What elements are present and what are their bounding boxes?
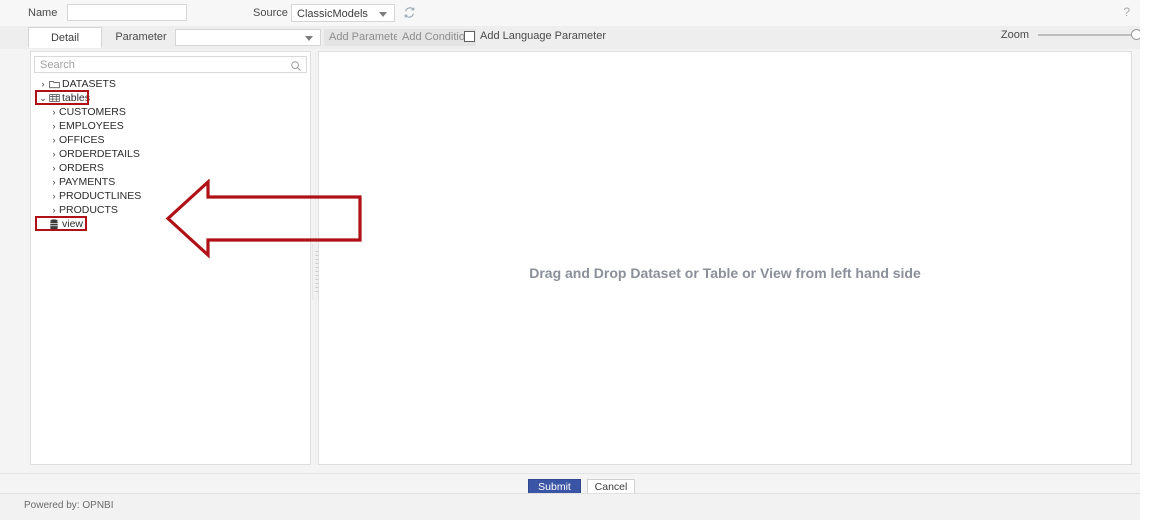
tree-node-label: ORDERS: [59, 162, 104, 174]
tree-node-view[interactable]: view: [31, 217, 310, 231]
tree-node-offices[interactable]: › OFFICES: [31, 133, 310, 147]
design-canvas[interactable]: Drag and Drop Dataset or Table or View f…: [318, 51, 1132, 465]
tree-node-datasets[interactable]: › DATASETS: [31, 77, 310, 91]
folder-icon: [48, 79, 60, 90]
refresh-icon[interactable]: [403, 6, 416, 19]
tree-node-orders[interactable]: › ORDERS: [31, 161, 310, 175]
source-tree: › DATASETS ⌄ tables › CUSTOMERS › EMPLOYEES › OFF…: [31, 77, 310, 231]
right-margin-fill: [1140, 0, 1152, 520]
tree-node-label: EMPLOYEES: [59, 120, 124, 132]
chevron-right-icon[interactable]: ›: [49, 119, 59, 133]
name-input[interactable]: [67, 4, 187, 21]
chevron-right-icon[interactable]: ›: [49, 105, 59, 119]
tree-node-label: ORDERDETAILS: [59, 148, 140, 160]
canvas-empty-hint: Drag and Drop Dataset or Table or View f…: [529, 265, 921, 281]
tree-node-orderdetails[interactable]: › ORDERDETAILS: [31, 147, 310, 161]
chevron-down-icon: [305, 36, 313, 41]
chevron-right-icon[interactable]: ›: [49, 133, 59, 147]
source-select[interactable]: ClassicModels: [291, 4, 395, 22]
add-parameter-button[interactable]: Add Parameter: [324, 29, 408, 46]
search-box[interactable]: [34, 56, 307, 73]
search-input[interactable]: [35, 57, 287, 72]
source-tree-panel: ›DATASETS⌄tables›CUSTOMERS›EMPLOYEES›OFF…: [30, 51, 311, 465]
tree-node-products[interactable]: › PRODUCTS: [31, 203, 310, 217]
chevron-right-icon[interactable]: ›: [49, 175, 59, 189]
tree-node-label: PRODUCTS: [59, 204, 118, 216]
add-language-parameter-checkbox-group[interactable]: Add Language Parameter: [464, 30, 606, 42]
content-area: ›DATASETS⌄tables›CUSTOMERS›EMPLOYEES›OFF…: [0, 49, 1152, 473]
chevron-right-icon[interactable]: ›: [49, 161, 59, 175]
tree-node-label: PAYMENTS: [59, 176, 116, 188]
chevron-down-icon: [379, 12, 387, 17]
tab-detail[interactable]: Detail: [28, 27, 102, 48]
zoom-slider-track[interactable]: [1038, 29, 1142, 40]
tab-action-row: Detail Parameter Add Parameter Add Condi…: [0, 26, 1152, 50]
chevron-right-icon[interactable]: ›: [49, 147, 59, 161]
database-icon: [48, 218, 60, 230]
tree-node-label: OFFICES: [59, 134, 105, 146]
name-label: Name: [28, 7, 58, 19]
source-label: Source: [253, 7, 288, 19]
tree-node-label: PRODUCTLINES: [59, 190, 142, 202]
zoom-label: Zoom: [1000, 29, 1029, 41]
tree-node-label: DATASETS: [62, 78, 116, 90]
chevron-right-icon[interactable]: ›: [38, 77, 48, 91]
app-window: Name Source ClassicModels ? Detail Param…: [0, 0, 1152, 520]
tree-node-tables[interactable]: ⌄ tables: [31, 91, 310, 105]
tree-node-payments[interactable]: › PAYMENTS: [31, 175, 310, 189]
chevron-right-icon[interactable]: ›: [49, 203, 59, 217]
tree-node-customers[interactable]: › CUSTOMERS: [31, 105, 310, 119]
tree-node-productlines[interactable]: › PRODUCTLINES: [31, 189, 310, 203]
tree-node-employees[interactable]: › EMPLOYEES: [31, 119, 310, 133]
top-bar: Name Source ClassicModels ?: [0, 0, 1152, 27]
add-language-parameter-checkbox[interactable]: [464, 30, 475, 42]
powered-by-label: Powered by: OPNBI: [24, 500, 114, 511]
parameter-select[interactable]: [175, 29, 321, 46]
zoom-control[interactable]: Zoom: [1000, 29, 1142, 41]
help-icon[interactable]: ?: [1123, 5, 1130, 19]
tree-node-label: tables: [62, 92, 91, 104]
footer-bar: Powered by: OPNBI: [0, 493, 1152, 520]
tab-parameter[interactable]: Parameter: [104, 27, 178, 48]
table-icon: [48, 93, 60, 104]
tree-node-label: view: [62, 218, 84, 230]
chevron-down-icon[interactable]: ⌄: [38, 91, 48, 105]
tree-node-label: CUSTOMERS: [59, 106, 126, 118]
source-select-value: ClassicModels: [297, 8, 368, 20]
search-icon[interactable]: [290, 59, 302, 71]
add-language-parameter-label: Add Language Parameter: [480, 30, 606, 42]
chevron-right-icon[interactable]: ›: [49, 189, 59, 203]
